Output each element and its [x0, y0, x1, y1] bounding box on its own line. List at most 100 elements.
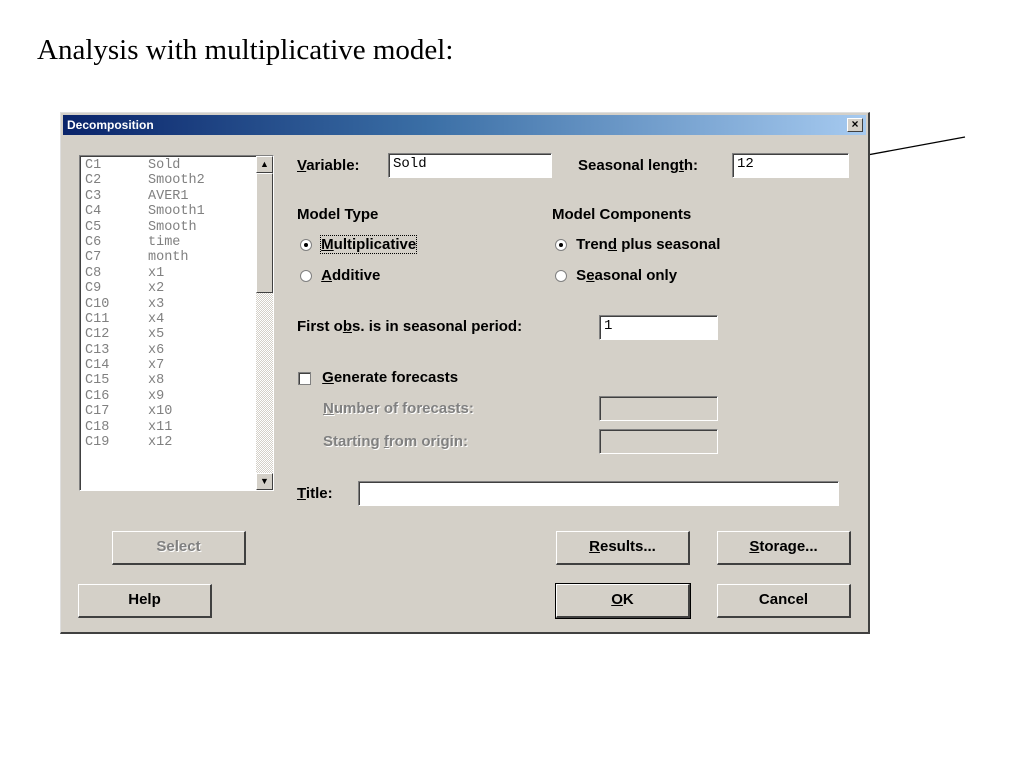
- list-item[interactable]: C9 x2: [83, 281, 255, 296]
- list-item[interactable]: C15 x8: [83, 373, 255, 388]
- column-list[interactable]: C1 Sold C2 Smooth2 C3 AVER1 C4 Smooth1 C5 Smooth C…: [79, 155, 274, 491]
- column-id: C7: [85, 250, 102, 266]
- list-item[interactable]: C19 x12: [83, 435, 255, 450]
- list-item[interactable]: C2 Smooth2: [83, 173, 255, 188]
- column-id: C10: [85, 296, 110, 312]
- column-name: AVER1: [148, 188, 189, 204]
- list-item[interactable]: C1 Sold: [83, 158, 255, 173]
- number-of-forecasts-label: Number of forecasts:: [323, 400, 474, 417]
- list-item[interactable]: C4 Smooth1: [83, 204, 255, 219]
- model-components-heading: Model Components: [552, 206, 692, 223]
- radio-unselected-icon: [300, 270, 312, 283]
- variable-label: Variable:: [297, 157, 360, 174]
- scroll-up-button[interactable]: ▲: [256, 156, 273, 173]
- column-id: C6: [85, 234, 102, 250]
- column-list-rows: C1 Sold C2 Smooth2 C3 AVER1 C4 Smooth1 C5 Smooth C…: [83, 158, 255, 450]
- cancel-button[interactable]: Cancel: [717, 584, 851, 618]
- list-item[interactable]: C14 x7: [83, 358, 255, 373]
- seasonal-only-label: Seasonal only: [576, 267, 678, 284]
- column-name: x4: [148, 311, 165, 327]
- column-id: C16: [85, 388, 110, 404]
- seasonal-length-input[interactable]: 12: [732, 153, 849, 178]
- select-button[interactable]: Select: [112, 531, 246, 565]
- help-button[interactable]: Help: [78, 584, 212, 618]
- column-name: Smooth2: [148, 173, 205, 189]
- column-name: x10: [148, 404, 173, 420]
- additive-radio[interactable]: Additive: [300, 267, 380, 284]
- column-id: C17: [85, 404, 110, 420]
- column-id: C3: [85, 188, 102, 204]
- decomposition-dialog: Decomposition × C1 Sold C2 Smooth2 C3 AVER1 C4…: [60, 112, 870, 634]
- additive-label: Additive: [321, 267, 381, 284]
- column-name: x2: [148, 281, 165, 297]
- column-id: C9: [85, 281, 102, 297]
- list-item[interactable]: C17 x10: [83, 404, 255, 419]
- results-button[interactable]: Results...: [556, 531, 690, 565]
- first-obs-label: First obs. is in seasonal period:: [297, 318, 523, 335]
- column-id: C8: [85, 265, 102, 281]
- column-id: C14: [85, 358, 110, 374]
- list-item[interactable]: C12 x5: [83, 327, 255, 342]
- title-label: Title:: [297, 485, 333, 502]
- list-item[interactable]: C10 x3: [83, 297, 255, 312]
- arrow-down-icon: ▼: [260, 476, 269, 486]
- list-item[interactable]: C11 x4: [83, 312, 255, 327]
- close-button[interactable]: ×: [847, 118, 863, 132]
- variable-input[interactable]: Sold: [388, 153, 552, 178]
- scroll-thumb[interactable]: [256, 173, 273, 293]
- trend-plus-seasonal-radio[interactable]: Trend plus seasonal: [555, 236, 720, 253]
- model-type-heading: Model Type: [297, 206, 379, 223]
- list-item[interactable]: C16 x9: [83, 389, 255, 404]
- ok-button[interactable]: OK: [555, 583, 691, 619]
- column-name: x5: [148, 327, 165, 343]
- list-item[interactable]: C3 AVER1: [83, 189, 255, 204]
- generate-forecasts-label: Generate forecasts: [322, 369, 459, 386]
- column-id: C12: [85, 327, 110, 343]
- column-id: C18: [85, 419, 110, 435]
- multiplicative-label: Multiplicative: [320, 235, 418, 254]
- scroll-down-button[interactable]: ▼: [256, 473, 273, 490]
- column-name: x9: [148, 388, 165, 404]
- close-icon: ×: [851, 117, 859, 131]
- number-of-forecasts-input: [599, 396, 718, 421]
- trend-plus-seasonal-label: Trend plus seasonal: [576, 236, 721, 253]
- radio-selected-icon: [555, 239, 567, 252]
- multiplicative-radio[interactable]: Multiplicative: [300, 235, 418, 254]
- list-item[interactable]: C13 x6: [83, 343, 255, 358]
- list-item[interactable]: C6 time: [83, 235, 255, 250]
- column-id: C2: [85, 173, 102, 189]
- checkbox-icon: [298, 371, 311, 385]
- title-input[interactable]: [358, 481, 839, 506]
- column-id: C1: [85, 158, 102, 173]
- list-item[interactable]: C7 month: [83, 250, 255, 265]
- list-scrollbar[interactable]: ▲ ▼: [256, 156, 273, 490]
- column-id: C19: [85, 435, 110, 451]
- column-id: C5: [85, 219, 102, 235]
- column-name: x1: [148, 265, 165, 281]
- column-id: C13: [85, 342, 110, 358]
- column-name: Smooth: [148, 219, 197, 235]
- column-name: time: [148, 234, 181, 250]
- list-item[interactable]: C5 Smooth: [83, 220, 255, 235]
- column-name: month: [148, 250, 189, 266]
- column-name: Sold: [148, 158, 181, 173]
- list-item[interactable]: C18 x11: [83, 420, 255, 435]
- column-name: x12: [148, 435, 173, 451]
- column-id: C15: [85, 373, 110, 389]
- first-obs-input[interactable]: 1: [599, 315, 718, 340]
- seasonal-only-radio[interactable]: Seasonal only: [555, 267, 677, 284]
- arrow-up-icon: ▲: [260, 159, 269, 169]
- column-id: C11: [85, 311, 110, 327]
- dialog-title: Decomposition: [67, 118, 154, 132]
- column-name: x7: [148, 358, 165, 374]
- title-bar[interactable]: Decomposition ×: [63, 115, 866, 135]
- generate-forecasts-checkbox[interactable]: Generate forecasts: [298, 369, 458, 386]
- radio-unselected-icon: [555, 270, 567, 283]
- column-id: C4: [85, 204, 102, 220]
- storage-button[interactable]: Storage...: [717, 531, 851, 565]
- radio-selected-icon: [300, 239, 312, 252]
- list-item[interactable]: C8 x1: [83, 266, 255, 281]
- column-name: x3: [148, 296, 165, 312]
- column-name: Smooth1: [148, 204, 205, 220]
- column-name: x11: [148, 419, 173, 435]
